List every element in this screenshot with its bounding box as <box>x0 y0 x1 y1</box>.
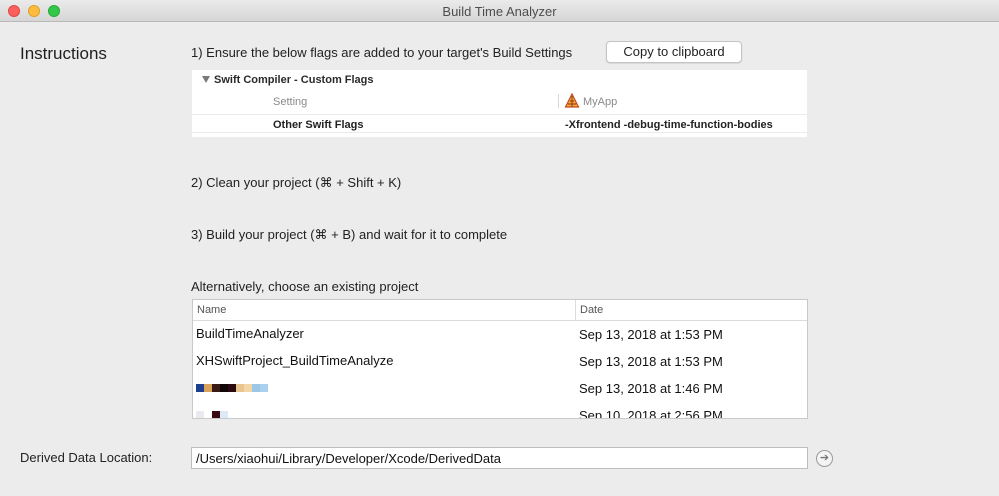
project-date: Sep 13, 2018 at 1:53 PM <box>579 354 723 369</box>
xcode-app-icon <box>564 93 580 108</box>
step-3-text: 3) Build your project (⌘ + B) and wait f… <box>191 227 508 242</box>
arrow-right-circle-icon[interactable]: ➔ <box>816 450 833 467</box>
title-bar: Build Time Analyzer <box>0 0 999 22</box>
redaction-block <box>220 411 228 418</box>
instructions-heading: Instructions <box>20 44 107 63</box>
step-1-text: 1) Ensure the below flags are added to y… <box>191 45 573 60</box>
build-settings-preview: Swift Compiler - Custom Flags Setting My… <box>192 70 807 137</box>
redaction-block <box>244 384 252 392</box>
project-name: BuildTimeAnalyzer <box>196 326 304 341</box>
name-column-header[interactable]: Name <box>197 304 226 316</box>
disclosure-triangle-icon <box>202 76 210 83</box>
redaction-block <box>220 384 228 392</box>
redaction-block <box>204 384 212 392</box>
projects-table[interactable]: Name Date BuildTimeAnalyzer Sep 13, 2018… <box>192 299 808 419</box>
project-date: Sep 13, 2018 at 1:53 PM <box>579 327 723 342</box>
redaction-block <box>204 411 212 418</box>
redaction-block <box>212 384 220 392</box>
redaction-block <box>252 384 260 392</box>
project-date: Sep 13, 2018 at 1:46 PM <box>579 381 723 396</box>
main-content: Instructions 1) Ensure the below flags a… <box>0 23 999 496</box>
redaction-block <box>196 411 204 418</box>
other-swift-flags-row: Other Swift Flags -Xfrontend -debug-time… <box>192 114 807 133</box>
redaction-block <box>196 384 204 392</box>
flags-section-header[interactable]: Swift Compiler - Custom Flags <box>202 74 374 86</box>
setting-column-header: Setting <box>273 96 308 108</box>
copy-to-clipboard-button[interactable]: Copy to clipboard <box>606 41 742 63</box>
flag-setting-name: Other Swift Flags <box>273 119 364 131</box>
table-header: Name Date <box>193 300 807 321</box>
redacted-project-name <box>196 411 228 418</box>
redaction-block <box>236 384 244 392</box>
column-divider <box>575 300 576 321</box>
alternative-label: Alternatively, choose an existing projec… <box>191 279 419 294</box>
table-row[interactable]: BuildTimeAnalyzer Sep 13, 2018 at 1:53 P… <box>193 322 807 349</box>
flag-setting-value: -Xfrontend -debug-time-function-bodies <box>565 119 773 131</box>
table-row[interactable]: XHSwiftProject_BuildTimeAnalyze Sep 13, … <box>193 349 807 376</box>
redacted-project-name <box>196 384 268 392</box>
project-name: XHSwiftProject_BuildTimeAnalyze <box>196 353 394 368</box>
step-2-text: 2) Clean your project (⌘ + Shift + K) <box>191 175 402 190</box>
target-column-header: MyApp <box>583 96 618 108</box>
table-row[interactable]: Sep 10, 2018 at 2:56 PM <box>193 403 807 419</box>
derived-data-path-field[interactable] <box>191 447 808 469</box>
redaction-block <box>228 384 236 392</box>
date-column-header[interactable]: Date <box>580 304 603 316</box>
redaction-block <box>212 411 220 418</box>
column-divider <box>558 94 559 108</box>
window-title: Build Time Analyzer <box>442 4 557 19</box>
redaction-block <box>260 384 268 392</box>
flags-section-title: Swift Compiler - Custom Flags <box>214 74 374 86</box>
derived-data-label: Derived Data Location: <box>20 450 153 465</box>
table-row[interactable]: Sep 13, 2018 at 1:46 PM <box>193 376 807 403</box>
project-date: Sep 10, 2018 at 2:56 PM <box>579 408 723 419</box>
